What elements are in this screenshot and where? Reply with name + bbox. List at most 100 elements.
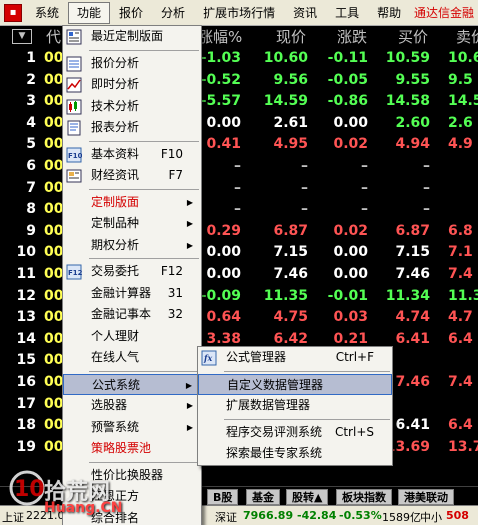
menu-item[interactable]: 程序交易评测系统 Ctrl+S <box>198 422 392 444</box>
menu-item[interactable]: 公式系统 ▶ <box>63 373 201 395</box>
menu-4[interactable]: 扩展市场行情 <box>194 2 284 24</box>
ask-price: 7.1 <box>448 244 473 261</box>
change: 0.00 <box>333 266 368 282</box>
bid-price: 10.59 <box>385 50 430 66</box>
menu-item-label: 在线人气 <box>91 350 140 364</box>
submenu-arrow-icon: ▶ <box>186 219 193 228</box>
menu-separator <box>89 258 199 259</box>
menu-item[interactable]: 期权分析 ▶ <box>63 235 201 257</box>
menu-item[interactable]: fx 公式管理器 Ctrl+F <box>198 347 392 369</box>
change-pct: 0.29 <box>206 222 241 239</box>
header-chg-pct[interactable]: 涨幅% <box>198 27 242 47</box>
menu-separator <box>89 370 199 372</box>
change-pct: -0.52 <box>200 71 241 88</box>
price: – <box>301 201 308 218</box>
sz-index-change: -42.84 <box>297 509 337 522</box>
menu-separator <box>89 188 199 190</box>
menu-item-label: 技术分析 <box>91 98 140 113</box>
ask-price: 6.4 <box>448 417 473 434</box>
menu-item-label: 策略股票池 <box>91 441 152 455</box>
bid-price: 4.74 <box>395 309 430 326</box>
menu-item[interactable]: 在线人气 <box>63 347 201 369</box>
header-code[interactable]: 代 <box>46 27 61 47</box>
menu-item[interactable]: 自定义数据管理器 <box>198 373 392 395</box>
menu-item-label: 财经资讯 <box>91 168 140 182</box>
menu-item[interactable]: 定制品种 ▶ <box>63 213 201 235</box>
row-number: 17 <box>16 395 36 412</box>
menu-item-label: 交易委托 <box>91 264 140 278</box>
menu-item-label: 预警系统 <box>91 419 140 434</box>
menu-item[interactable]: 预警系统 ▶ <box>63 417 201 439</box>
row-number: 19 <box>16 438 36 455</box>
submenu-arrow-icon: ▶ <box>185 380 192 390</box>
sz-index-value: 7966.89 <box>243 509 294 522</box>
menu-item[interactable]: 金融记事本 32 <box>63 304 201 326</box>
change: -0.01 <box>327 287 368 304</box>
stock-code: 00 <box>44 50 64 66</box>
market-tab[interactable]: 板块指数 <box>336 489 392 505</box>
menu-2[interactable]: 报价 <box>110 2 152 24</box>
market-tab[interactable]: B股 <box>207 489 239 505</box>
menu-item[interactable]: 选股器 ▶ <box>63 395 201 417</box>
menu-6[interactable]: 工具 <box>326 2 368 24</box>
menu-item[interactable]: 金融计算器 31 <box>63 283 201 305</box>
menu-item[interactable]: 扩展数据管理器 <box>198 395 392 417</box>
menu-item-label: 定制品种 <box>91 216 140 230</box>
price: 14.59 <box>263 93 308 110</box>
menu-item-shortcut: 32 <box>167 307 183 321</box>
menu-item[interactable]: 定制版面 ▶ <box>63 192 201 214</box>
ask-price: 14.5 <box>448 93 478 110</box>
ask-price: 6.8 <box>448 222 473 239</box>
market-tab[interactable]: 基金 <box>246 489 280 505</box>
menu-separator <box>89 461 199 463</box>
menu-item[interactable]: 报表分析 <box>63 117 201 139</box>
stock-code: 00 <box>44 244 64 261</box>
change: -0.86 <box>327 93 368 110</box>
line-chart-icon <box>66 77 82 93</box>
sort-dropdown-icon[interactable]: ▼ <box>12 29 32 44</box>
menu-0[interactable]: 系统 <box>26 2 68 24</box>
menu-1[interactable]: 功能 <box>68 1 111 24</box>
stock-code: 00 <box>44 395 64 412</box>
change-pct: – <box>234 179 241 196</box>
menu-item-label: 定制版面 <box>91 194 140 209</box>
menu-5[interactable]: 资讯 <box>284 2 326 24</box>
change-pct: 0.00 <box>206 114 241 131</box>
stock-code: 00 <box>44 417 64 434</box>
menu-item-label: 报价分析 <box>91 55 140 70</box>
menu-item[interactable]: 即时分析 <box>63 74 201 96</box>
menu-item[interactable]: 最近定制版面 <box>63 26 201 48</box>
menu-item[interactable]: 报价分析 <box>63 53 201 75</box>
stock-code: 00 <box>44 266 64 282</box>
menu-item[interactable]: 策略股票池 <box>63 438 201 460</box>
menu-item[interactable]: 技术分析 <box>63 96 201 118</box>
header-diff[interactable]: 涨跌 <box>337 27 367 47</box>
menu-item-label: 基本资料 <box>91 146 140 161</box>
menu-item[interactable]: 个人理财 <box>63 326 201 348</box>
menu-item[interactable]: F12 交易委托 F12 <box>63 261 201 283</box>
menu-item-shortcut: F12 <box>160 264 183 278</box>
row-number: 10 <box>16 244 36 261</box>
submenu-arrow-icon: ▶ <box>186 422 193 432</box>
header-price[interactable]: 现价 <box>276 27 306 47</box>
ask-price: 9.5 <box>448 71 473 88</box>
menu-item-shortcut: F7 <box>168 168 183 182</box>
row-number: 18 <box>16 417 36 434</box>
menu-3[interactable]: 分析 <box>152 2 194 24</box>
menu-item[interactable]: F10 基本资料 F10 <box>63 144 201 166</box>
market-tab[interactable]: 港美联动 <box>398 489 454 505</box>
change-pct: -5.57 <box>200 93 241 110</box>
change: 0.02 <box>333 136 368 153</box>
price: – <box>301 158 308 174</box>
row-number: 12 <box>16 287 36 304</box>
price: 10.60 <box>263 50 308 66</box>
header-bid[interactable]: 买价 <box>398 27 428 47</box>
menu-7[interactable]: 帮助 <box>368 2 410 24</box>
market-tab[interactable]: 股转▲ <box>286 489 329 505</box>
header-ask[interactable]: 卖价 <box>456 27 478 47</box>
stock-code: 00 <box>44 201 64 218</box>
row-number: 11 <box>16 266 36 282</box>
menu-item[interactable]: 财经资讯 F7 <box>63 165 201 187</box>
menu-item[interactable]: 探索最佳专家系统 <box>198 443 392 465</box>
change: 0.00 <box>333 244 368 261</box>
